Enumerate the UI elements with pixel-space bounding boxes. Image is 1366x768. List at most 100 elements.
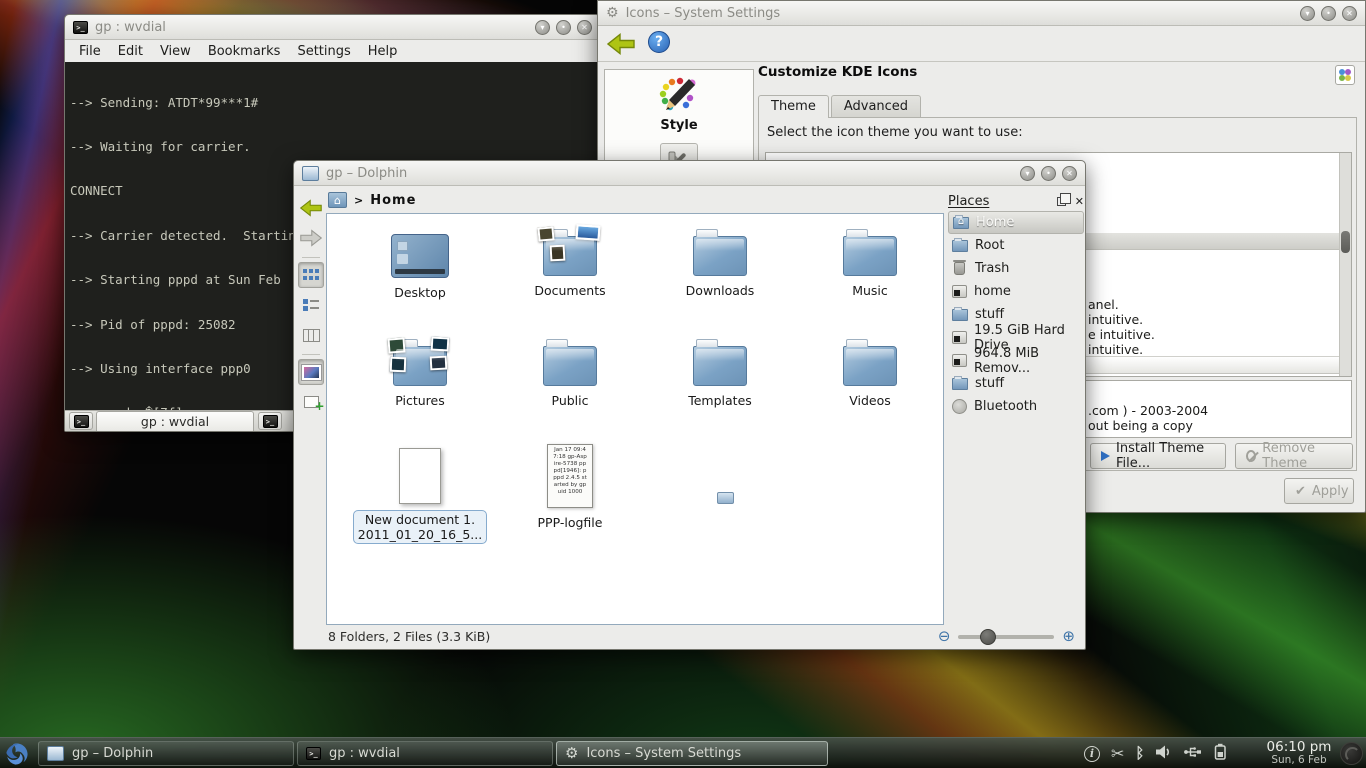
theme-list-row[interactable]: intuitive. [1088, 342, 1143, 357]
file-item-new-document[interactable]: New document 1. 2011_01_20_16_5... [345, 444, 495, 544]
folder-label: Documents [534, 283, 605, 298]
zoom-out-icon[interactable]: ⊖ [938, 629, 951, 644]
menu-settings[interactable]: Settings [297, 44, 350, 59]
sidebar-item-label: Style [660, 118, 697, 133]
dolphin-window: gp – Dolphin ▾ • ✕ ⌂ > Home [293, 160, 1086, 650]
breadcrumb-home[interactable]: Home [370, 193, 416, 208]
icon-view-button[interactable] [298, 262, 324, 288]
maximize-button[interactable]: • [556, 20, 571, 35]
terminal-title: gp : wvdial [95, 20, 166, 35]
dolphin-icon [47, 746, 64, 761]
maximize-button[interactable]: • [1321, 6, 1336, 21]
folder-item-documents[interactable]: Documents [495, 224, 645, 310]
folder-item-downloads[interactable]: Downloads [645, 224, 795, 310]
split-view-button[interactable]: + [298, 389, 324, 415]
remove-theme-button[interactable]: Remove Theme [1235, 443, 1353, 469]
detach-panel-icon[interactable] [1057, 197, 1066, 206]
places-item-home-partition[interactable]: home [948, 280, 1084, 303]
menu-view[interactable]: View [160, 44, 191, 59]
tab-list-button[interactable]: >_ [258, 412, 282, 430]
folder-item-desktop[interactable]: Desktop [345, 224, 495, 310]
file-item-ppp-logfile[interactable]: Jan 17 09:4 7:18 gp-Asp ire-5738 pp pd[1… [495, 444, 645, 544]
folder-item-templates[interactable]: Templates [645, 334, 795, 420]
close-button[interactable]: ✕ [1062, 166, 1077, 181]
new-tab-button[interactable]: >_ [69, 412, 93, 430]
tab-advanced[interactable]: Advanced [831, 95, 921, 118]
tab-theme[interactable]: Theme [758, 95, 829, 118]
minimize-button[interactable]: ▾ [1020, 166, 1035, 181]
volume-icon[interactable] [1155, 744, 1172, 764]
clipboard-scissors-icon[interactable]: ✂ [1111, 746, 1124, 762]
usb-device-notifier-icon[interactable] [1183, 744, 1202, 764]
folder-icon [952, 240, 968, 252]
help-button[interactable]: ? [648, 31, 670, 53]
folder-item-public[interactable]: Public [495, 334, 645, 420]
places-item-removable[interactable]: 964.8 MiB Remov... [948, 349, 1084, 372]
scrollbar-thumb[interactable] [1341, 231, 1350, 253]
folder-item-videos[interactable]: Videos [795, 334, 945, 420]
folder-item-pictures[interactable]: Pictures [345, 334, 495, 420]
minimize-button[interactable]: ▾ [535, 20, 550, 35]
columns-view-button[interactable] [298, 322, 324, 348]
install-theme-button[interactable]: Install Theme File... [1090, 443, 1226, 469]
places-item-home[interactable]: ⌂ Home [948, 211, 1084, 234]
folder-icon [843, 346, 897, 386]
close-button[interactable]: ✕ [1342, 6, 1357, 21]
details-view-button[interactable] [298, 292, 324, 318]
places-item-trash[interactable]: Trash [948, 257, 1084, 280]
details-view-icon [303, 299, 319, 311]
theme-list-row[interactable]: anel. [1088, 297, 1119, 312]
list-scrollbar[interactable] [1339, 153, 1351, 376]
places-label: Home [976, 215, 1014, 230]
maximize-button[interactable]: • [1041, 166, 1056, 181]
zoom-slider[interactable] [958, 635, 1054, 639]
places-label: Bluetooth [974, 399, 1037, 414]
forward-button[interactable] [298, 225, 324, 251]
folder-item-music[interactable]: Music [795, 224, 945, 310]
places-item-root[interactable]: Root [948, 234, 1084, 257]
folder-label: Public [552, 393, 589, 408]
back-button[interactable] [604, 30, 638, 58]
taskbar-task-system-settings[interactable]: ⚙ Icons – System Settings [556, 741, 828, 766]
preview-button[interactable] [298, 359, 324, 385]
zoom-slider-knob[interactable] [980, 629, 996, 645]
places-item-bluetooth[interactable]: Bluetooth [948, 395, 1084, 418]
zoom-in-icon[interactable]: ⊕ [1062, 629, 1075, 644]
taskbar-task-dolphin[interactable]: gp – Dolphin [38, 741, 294, 766]
theme-list-row[interactable]: intuitive. [1088, 312, 1143, 327]
dolphin-toolbar: + [296, 191, 326, 415]
desktop-wallpaper: >_ gp : wvdial ▾ • ✕ File Edit View Book… [0, 0, 1366, 768]
close-button[interactable]: ✕ [577, 20, 592, 35]
digital-clock[interactable]: 06:10 pm Sun, 6 Feb [1262, 739, 1336, 768]
close-panel-icon[interactable]: ✕ [1075, 195, 1084, 208]
mouse-cursor-artifact [717, 492, 734, 504]
folder-icon [843, 236, 897, 276]
menu-file[interactable]: File [79, 44, 101, 59]
menu-help[interactable]: Help [368, 44, 398, 59]
dolphin-titlebar[interactable]: gp – Dolphin ▾ • ✕ [294, 161, 1085, 186]
panel-cashew-icon[interactable] [1340, 742, 1363, 765]
theme-list-row[interactable]: e intuitive. [1088, 327, 1155, 342]
menu-bookmarks[interactable]: Bookmarks [208, 44, 281, 59]
taskbar-task-wvdial[interactable]: >_ gp : wvdial [297, 741, 553, 766]
menu-edit[interactable]: Edit [118, 44, 143, 59]
gear-icon: ⚙ [565, 746, 578, 761]
places-label: Trash [975, 261, 1009, 276]
battery-icon[interactable] [1213, 743, 1228, 765]
file-grid: Desktop Documents Downloads Music [345, 224, 945, 544]
app-launcher-button[interactable] [2, 740, 32, 767]
terminal-tab[interactable]: gp : wvdial [96, 411, 254, 431]
settings-toolbar: ? ▾ [598, 26, 1365, 62]
konsole-app-icon: >_ [73, 21, 88, 34]
back-button[interactable] [298, 195, 324, 221]
task-label: gp – Dolphin [72, 746, 153, 761]
notifications-icon[interactable]: i [1084, 746, 1100, 762]
terminal-titlebar[interactable]: >_ gp : wvdial ▾ • ✕ [65, 15, 600, 40]
settings-titlebar[interactable]: ⚙ Icons – System Settings ▾ • ✕ [598, 1, 1365, 26]
places-panel: Places ✕ ⌂ Home Root Trash home [948, 191, 1084, 623]
places-label: home [974, 284, 1011, 299]
apply-button[interactable]: ✔ Apply [1284, 478, 1354, 504]
bluetooth-icon[interactable]: ᛒ [1135, 746, 1144, 761]
home-icon[interactable]: ⌂ [328, 192, 347, 208]
minimize-button[interactable]: ▾ [1300, 6, 1315, 21]
